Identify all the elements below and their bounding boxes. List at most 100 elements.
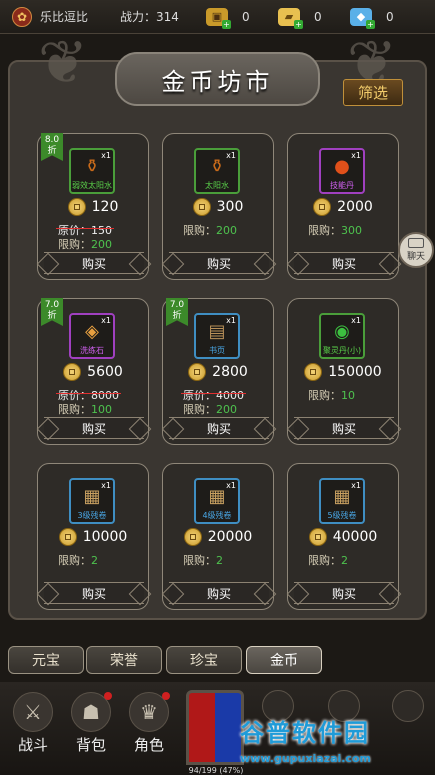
diamond-value: 0 <box>386 9 394 24</box>
shop-title: 金币坊市 <box>161 67 274 96</box>
diamond-resource[interactable]: ◆ + 0 <box>350 7 416 29</box>
power-label: 战力： <box>120 10 157 24</box>
player-name: 乐比逗比 <box>40 10 89 24</box>
limit-value: 300 <box>341 224 362 237</box>
purchase-limit: 限购：100 <box>58 401 148 417</box>
item-icon-frame[interactable]: ⚱ x1 弱效太阳水 <box>69 148 115 194</box>
item-quantity: x1 <box>101 316 111 325</box>
buy-button[interactable]: 购买 <box>44 417 144 439</box>
item-icon-frame[interactable]: ▤ x1 书页 <box>194 313 240 359</box>
item-icon-frame[interactable]: ● x1 技能丹 <box>319 148 365 194</box>
purchase-limit: 限购：2 <box>58 552 148 568</box>
nav-bag[interactable]: ☗ 背包 <box>64 692 118 756</box>
item-card: ▦ x1 5级残卷 40000 限购：2 购买 <box>287 463 399 610</box>
filter-button[interactable]: 筛选 <box>343 79 403 106</box>
add-gold-icon[interactable]: + <box>222 19 231 29</box>
discount-ribbon: 7.0 折 <box>41 298 63 326</box>
currency-tabs: 元宝 荣誉 珍宝 金币 <box>0 640 435 680</box>
hp-mp-orb[interactable] <box>186 690 244 765</box>
buy-button[interactable]: 购买 <box>169 582 269 604</box>
limit-label: 限购： <box>183 554 216 567</box>
buy-button[interactable]: 购买 <box>294 582 394 604</box>
swords-icon: ⚔ <box>13 692 53 732</box>
player-avatar-icon[interactable]: ✿ <box>12 6 32 27</box>
tab-treasure[interactable]: 珍宝 <box>166 646 242 674</box>
item-name: 聚灵丹(小) <box>322 346 362 355</box>
purchase-limit: 限购：200 <box>183 401 273 417</box>
item-price: 2000 <box>288 198 398 216</box>
chat-label: 聊天 <box>406 252 425 262</box>
stone-icon: ◈ <box>85 321 99 342</box>
gold-resource[interactable]: ▣ + 0 <box>206 7 272 29</box>
price-value: 2800 <box>212 364 248 380</box>
item-card: ◉ x1 聚灵丹(小) 150000 限购：10 购买 <box>287 298 399 445</box>
item-icon-frame[interactable]: ▦ x1 4级残卷 <box>194 478 240 524</box>
item-quantity: x1 <box>101 481 111 490</box>
price-value: 40000 <box>332 529 378 545</box>
limit-label: 限购： <box>58 554 91 567</box>
gold-coin-icon <box>188 363 207 381</box>
buy-button[interactable]: 购买 <box>294 252 394 274</box>
buy-button[interactable]: 购买 <box>169 252 269 274</box>
tab-yuanbao[interactable]: 元宝 <box>8 646 84 674</box>
item-card: ▦ x1 4级残卷 20000 限购：2 购买 <box>162 463 274 610</box>
nav-battle[interactable]: ⚔ 战斗 <box>6 692 60 756</box>
nav-battle-label: 战斗 <box>17 736 48 754</box>
nav-character[interactable]: ♛ 角色 <box>122 692 176 756</box>
ingot-resource[interactable]: ▰ + 0 <box>278 7 344 29</box>
purchase-limit: 限购：10 <box>308 387 398 403</box>
limit-label: 限购： <box>58 403 91 416</box>
limit-value: 2 <box>91 554 98 567</box>
buy-button[interactable]: 购买 <box>44 252 144 274</box>
tab-gold[interactable]: 金币 <box>246 646 322 674</box>
add-ingot-icon[interactable]: + <box>294 19 303 29</box>
price-value: 300 <box>216 199 244 215</box>
scroll-icon: ▦ <box>83 486 101 507</box>
limit-label: 限购： <box>308 554 341 567</box>
item-icon-frame[interactable]: ◉ x1 聚灵丹(小) <box>319 313 365 359</box>
item-icon-frame[interactable]: ◈ x1 洗练石 <box>69 313 115 359</box>
item-price: 300 <box>163 198 273 216</box>
item-name: 书页 <box>209 346 225 355</box>
left-dragon-ornament-icon: ❦ <box>37 28 89 98</box>
limit-label: 限购： <box>183 403 216 416</box>
shop-title-plate: 金币坊市 <box>115 52 320 106</box>
item-card: 7.0 折 ◈ x1 洗练石 5600 原价：8000 限购：100 购买 <box>37 298 149 445</box>
limit-label: 限购： <box>308 389 341 402</box>
item-quantity: x1 <box>101 151 111 160</box>
buy-button[interactable]: 购买 <box>169 417 269 439</box>
item-icon-frame[interactable]: ▦ x1 5级残卷 <box>319 478 365 524</box>
purchase-limit: 限购：2 <box>308 552 398 568</box>
chat-button[interactable]: 聊天 <box>398 232 434 268</box>
orb-icon: ◉ <box>334 321 350 342</box>
scroll-icon: ▦ <box>333 486 351 507</box>
notification-dot <box>162 692 170 700</box>
gold-coin-icon <box>183 528 202 546</box>
nav-character-label: 角色 <box>133 736 164 754</box>
diamond-icon: ◆ + <box>350 7 375 29</box>
item-quantity: x1 <box>351 151 361 160</box>
limit-label: 限购： <box>183 224 216 237</box>
purchase-limit: 限购：2 <box>183 552 273 568</box>
gold-coin-icon: ▣ + <box>206 7 231 29</box>
item-quantity: x1 <box>226 481 236 490</box>
buy-button[interactable]: 购买 <box>44 582 144 604</box>
item-price: 120 <box>38 198 148 216</box>
gold-coin-icon <box>308 528 327 546</box>
purchase-limit: 限购：200 <box>183 222 273 238</box>
item-card: ▦ x1 3级残卷 10000 限购：2 购买 <box>37 463 149 610</box>
discount-ribbon: 8.0 折 <box>41 133 63 161</box>
limit-value: 200 <box>216 403 237 416</box>
item-name: 洗练石 <box>80 346 104 355</box>
item-price: 150000 <box>288 363 398 381</box>
item-icon-frame[interactable]: ▦ x1 3级残卷 <box>69 478 115 524</box>
buy-button[interactable]: 购买 <box>294 417 394 439</box>
limit-value: 2 <box>216 554 223 567</box>
limit-value: 2 <box>341 554 348 567</box>
price-value: 5600 <box>87 364 123 380</box>
item-name: 4级残卷 <box>202 511 232 520</box>
item-icon-frame[interactable]: ⚱ x1 太阳水 <box>194 148 240 194</box>
tab-honor[interactable]: 荣誉 <box>86 646 162 674</box>
purchase-limit: 限购：300 <box>308 222 398 238</box>
item-card: 8.0 折 ⚱ x1 弱效太阳水 120 原价：150 限购：200 购买 <box>37 133 149 280</box>
